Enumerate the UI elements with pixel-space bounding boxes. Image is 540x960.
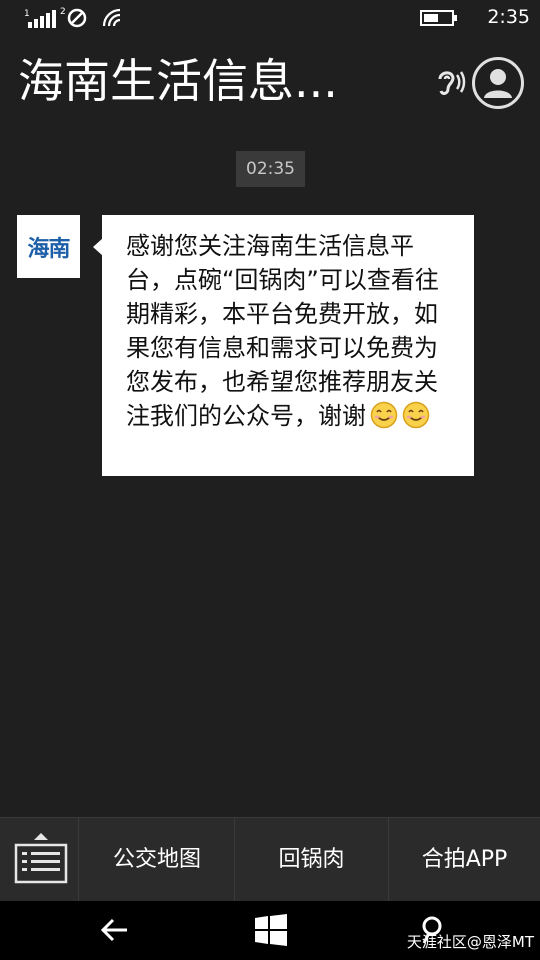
message-bubble[interactable]: 感谢您关注海南生活信息平台，点碗“回锅肉”可以查看往期精彩，本平台免费开放，如果… (102, 215, 474, 476)
ear-icon[interactable] (432, 66, 466, 100)
smile-emoji-icon (370, 401, 398, 429)
header: 海南生活信息... (0, 36, 540, 136)
battery-icon (420, 10, 457, 26)
windows-icon[interactable] (254, 913, 288, 947)
watermark: 天涯社区@恩泽MT (406, 933, 534, 951)
menu-item-bus-map[interactable]: 公交地图 (80, 818, 235, 901)
sender-avatar-text: 海南 (27, 236, 70, 262)
person-icon (484, 69, 512, 98)
sim1-label: 1 (24, 9, 30, 19)
page-title: 海南生活信息... (18, 54, 338, 108)
clock: 2:35 (487, 6, 530, 28)
signal-icon: 1 (24, 9, 56, 28)
profile-button[interactable] (472, 57, 524, 109)
back-arrow-icon[interactable] (100, 917, 130, 943)
menu-item-hepai-app[interactable]: 合拍APP (389, 818, 540, 901)
menu-item-huiguorou[interactable]: 回锅肉 (235, 818, 389, 901)
keyboard-icon (14, 833, 68, 884)
custom-menu-bar: 公交地图 回锅肉 合拍APP (0, 817, 540, 901)
wifi-icon (102, 8, 121, 27)
message-timestamp: 02:35 (236, 151, 305, 187)
sender-avatar[interactable]: 海南 (17, 215, 80, 278)
smile-emoji-icon (402, 401, 430, 429)
sim2-label: 2 (60, 7, 66, 17)
status-bar: 1 2 2:35 (0, 0, 540, 36)
keyboard-toggle-button[interactable] (0, 818, 79, 901)
sim2-no-signal-icon: 2 (60, 7, 87, 28)
